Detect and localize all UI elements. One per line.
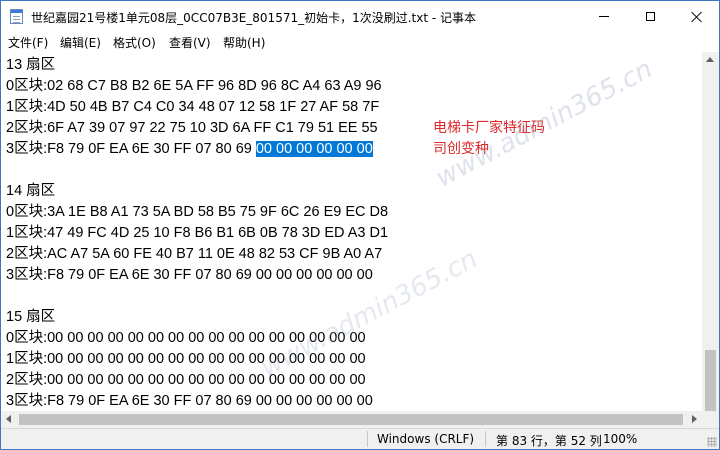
text-line: 3区块:F8 79 0F EA 6E 30 FF 07 80 69 00 00 … bbox=[6, 137, 373, 158]
window-title: 世纪嘉园21号楼1单元08层_0CC07B3E_801571_初始卡，1次没刷过… bbox=[31, 11, 477, 25]
menu-file[interactable]: 文件(F) bbox=[8, 34, 48, 51]
status-encoding: Windows (CRLF) bbox=[377, 432, 475, 446]
status-zoom: 100% bbox=[603, 432, 638, 446]
maximize-icon bbox=[645, 11, 655, 21]
selected-text[interactable]: 00 00 00 00 00 00 bbox=[255, 141, 373, 157]
scroll-right-icon[interactable] bbox=[692, 415, 697, 423]
horizontal-scroll-thumb[interactable] bbox=[19, 414, 683, 425]
text-line: 0区块:02 68 C7 B8 B2 6E 5A FF 96 8D 96 8C … bbox=[6, 78, 382, 94]
minimize-button[interactable] bbox=[581, 1, 627, 31]
status-divider bbox=[485, 431, 486, 447]
text-line: 1区块:47 49 FC 4D 25 10 F8 B6 B1 6B 0B 78 … bbox=[6, 225, 389, 241]
vertical-scroll-thumb[interactable] bbox=[705, 350, 716, 412]
text-line: 2区块:00 00 00 00 00 00 00 00 00 00 00 00 … bbox=[6, 372, 366, 388]
title-bar[interactable]: 世纪嘉园21号楼1单元08层_0CC07B3E_801571_初始卡，1次没刷过… bbox=[1, 1, 719, 31]
scroll-left-icon[interactable] bbox=[6, 415, 11, 423]
horizontal-scrollbar[interactable] bbox=[1, 411, 702, 428]
text-line: 3区块:F8 79 0F EA 6E 30 FF 07 80 69 00 00 … bbox=[6, 393, 373, 409]
vertical-scrollbar[interactable] bbox=[702, 52, 719, 428]
close-icon bbox=[691, 11, 702, 22]
scroll-up-icon[interactable] bbox=[706, 57, 714, 62]
status-position: 第 83 行，第 52 列 bbox=[496, 434, 602, 448]
scrollbar-corner bbox=[702, 411, 719, 428]
menu-format[interactable]: 格式(O) bbox=[113, 34, 156, 51]
text-line: 15 扇区 bbox=[6, 309, 56, 325]
text-editor[interactable]: 13 扇区 0区块:02 68 C7 B8 B2 6E 5A FF 96 8D … bbox=[1, 52, 702, 428]
text-line: 3区块:F8 79 0F EA 6E 30 FF 07 80 69 00 00 … bbox=[6, 267, 373, 283]
text-line: 0区块:3A 1E B8 A1 73 5A BD 58 B5 75 9F 6C … bbox=[6, 204, 389, 220]
menu-edit[interactable]: 编辑(E) bbox=[60, 34, 101, 51]
minimize-icon bbox=[599, 15, 609, 17]
close-button[interactable] bbox=[673, 1, 719, 31]
text-line: 1区块:4D 50 4B B7 C4 C0 34 48 07 12 58 1F … bbox=[6, 99, 380, 115]
text-line: 13 扇区 bbox=[6, 57, 56, 73]
line-text: 3区块:F8 79 0F EA 6E 30 FF 07 80 69 bbox=[6, 141, 252, 157]
text-line: 2区块:AC A7 5A 60 FE 40 B7 11 0E 48 82 53 … bbox=[6, 246, 383, 262]
text-line: 2区块:6F A7 39 07 97 22 75 10 3D 6A FF C1 … bbox=[6, 120, 378, 136]
menu-help[interactable]: 帮助(H) bbox=[223, 34, 265, 51]
resize-grip-icon[interactable] bbox=[707, 437, 717, 447]
text-line: 14 扇区 bbox=[6, 183, 56, 199]
notepad-app-icon bbox=[10, 9, 23, 24]
status-bar: Windows (CRLF) 第 83 行，第 52 列 100% bbox=[1, 428, 719, 449]
status-divider bbox=[367, 431, 368, 447]
notepad-window: 世纪嘉园21号楼1单元08层_0CC07B3E_801571_初始卡，1次没刷过… bbox=[0, 0, 720, 450]
menu-view[interactable]: 查看(V) bbox=[169, 34, 211, 51]
menu-bar: 文件(F) 编辑(E) 格式(O) 查看(V) 帮助(H) bbox=[1, 31, 719, 51]
maximize-button[interactable] bbox=[627, 1, 673, 31]
